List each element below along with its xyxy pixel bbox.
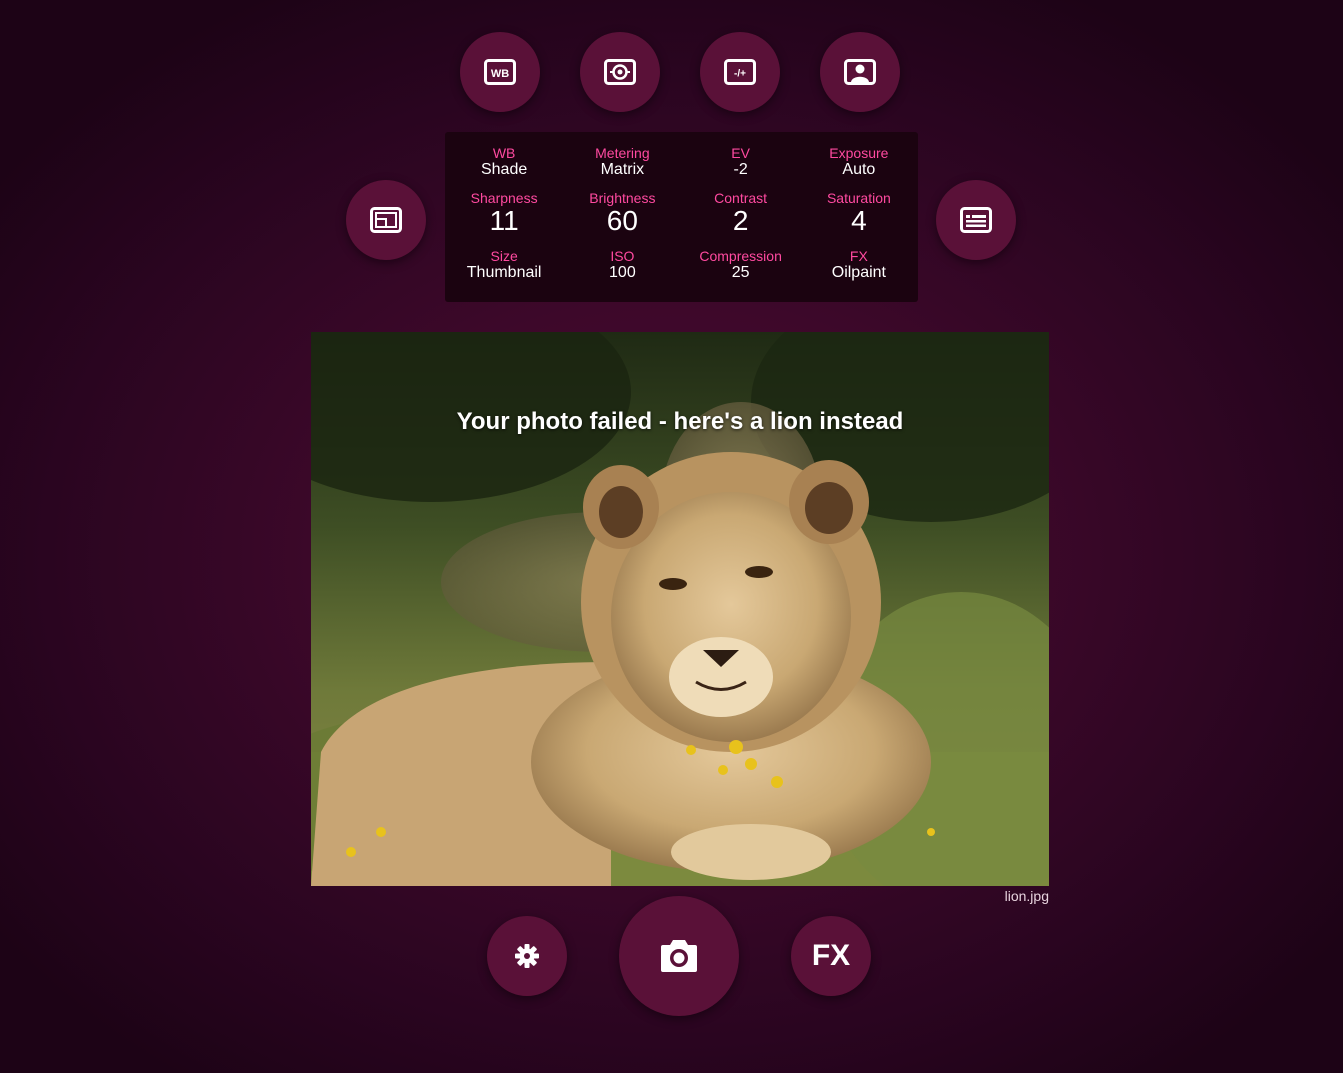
setting-value: Matrix	[600, 161, 645, 178]
setting-label: Contrast	[714, 190, 768, 206]
setting-label: Brightness	[589, 190, 656, 206]
image-size-icon	[370, 207, 402, 233]
gear-icon	[514, 943, 540, 969]
details-button[interactable]	[936, 180, 1016, 260]
ev-icon: -/+	[724, 59, 756, 85]
setting-wb: WB Shade	[445, 145, 563, 190]
setting-value: 2	[732, 205, 749, 236]
list-details-icon	[960, 207, 992, 233]
setting-brightness: Brightness 60	[563, 190, 681, 248]
photo-preview: Your photo failed - here's a lion instea…	[311, 332, 1049, 886]
white-balance-button[interactable]: WB	[460, 32, 540, 112]
setting-metering: Metering Matrix	[563, 145, 681, 190]
settings-row: Sharpness 11 Brightness 60 Contrast 2 Sa…	[445, 190, 918, 248]
metering-icon	[604, 59, 636, 85]
setting-size: Size Thumbnail	[445, 248, 563, 293]
setting-value: 11	[489, 205, 519, 236]
setting-value: Auto	[842, 161, 876, 178]
exposure-button[interactable]	[820, 32, 900, 112]
setting-sharpness: Sharpness 11	[445, 190, 563, 248]
setting-value: 4	[851, 205, 867, 236]
setting-label: Sharpness	[470, 190, 538, 206]
setting-value: Thumbnail	[466, 264, 542, 281]
setting-value: Oilpaint	[831, 264, 886, 281]
setting-label: ISO	[610, 248, 635, 264]
setting-label: WB	[492, 145, 516, 161]
metering-button[interactable]	[580, 32, 660, 112]
setting-value: 60	[606, 205, 638, 236]
settings-row: WB Shade Metering Matrix EV -2 Exposure …	[445, 145, 918, 190]
image-size-button[interactable]	[346, 180, 426, 260]
camera-icon	[658, 939, 700, 973]
setting-label: Exposure	[829, 145, 889, 161]
setting-value: -2	[733, 161, 748, 178]
photo-caption: Your photo failed - here's a lion instea…	[456, 408, 904, 435]
settings-row: Size Thumbnail ISO 100 Compression 25 FX…	[445, 248, 918, 293]
camera-settings-panel: WB Shade Metering Matrix EV -2 Exposure …	[445, 132, 918, 302]
photo-filename: lion.jpg	[1004, 888, 1049, 904]
fx-label: FX	[811, 939, 851, 972]
ev-button[interactable]: -/+	[700, 32, 780, 112]
setting-label: Metering	[595, 145, 650, 161]
setting-contrast: Contrast 2	[682, 190, 800, 248]
setting-value: Shade	[480, 161, 528, 178]
setting-compression: Compression 25	[682, 248, 800, 293]
setting-exposure: Exposure Auto	[800, 145, 918, 190]
setting-label: FX	[849, 248, 868, 264]
wb-icon-text: WB	[491, 68, 509, 80]
exposure-portrait-icon	[844, 59, 876, 85]
settings-button[interactable]	[487, 916, 567, 996]
shutter-button[interactable]	[619, 896, 739, 1016]
setting-saturation: Saturation 4	[800, 190, 918, 248]
ev-icon-text: -/+	[734, 69, 746, 80]
setting-fx: FX Oilpaint	[800, 248, 918, 293]
wb-icon: WB	[484, 59, 516, 85]
fx-button[interactable]: FX	[791, 916, 871, 996]
setting-label: Size	[490, 248, 518, 264]
setting-value: 100	[609, 264, 636, 281]
setting-label: EV	[731, 145, 750, 161]
setting-label: Saturation	[826, 190, 891, 206]
setting-label: Compression	[699, 248, 782, 264]
setting-ev: EV -2	[682, 145, 800, 190]
setting-value: 25	[731, 264, 750, 281]
setting-iso: ISO 100	[563, 248, 681, 293]
